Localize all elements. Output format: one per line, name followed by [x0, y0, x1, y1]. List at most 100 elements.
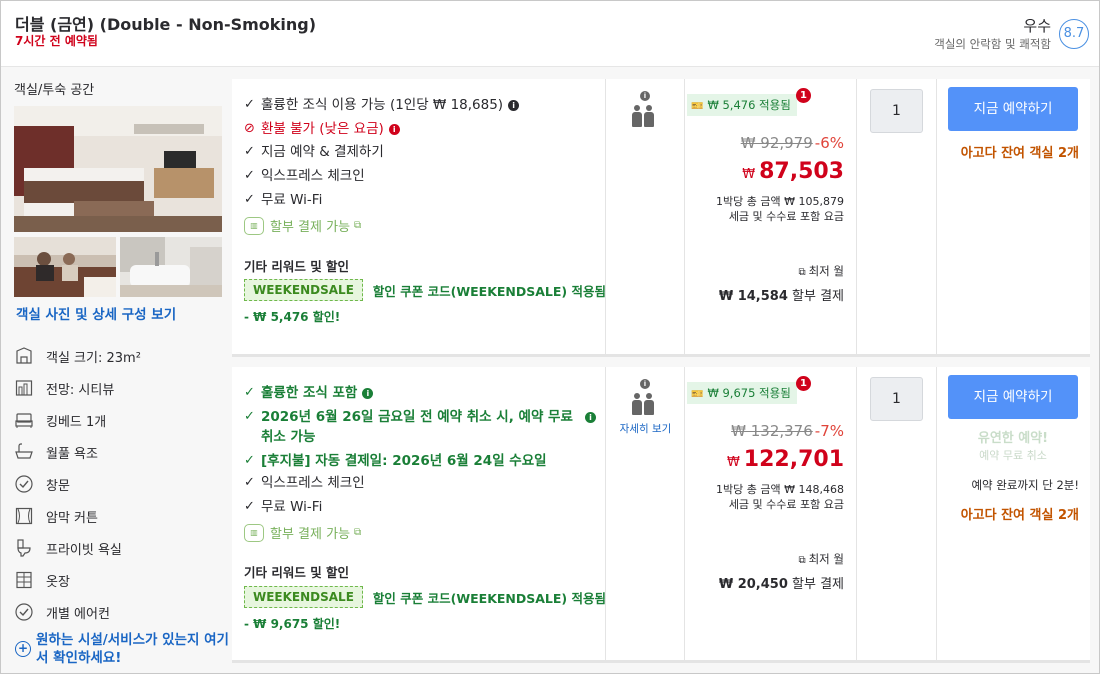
coupon-row: WEEKENDSALE 할인 쿠폰 코드(WEEKENDSALE) 적용됨 [244, 279, 606, 301]
installment-link[interactable]: ▥ 할부 결제 가능 ⧉ [244, 523, 361, 542]
room-thumbnail-1[interactable] [14, 237, 116, 297]
room-thumbnail-2[interactable] [120, 237, 222, 297]
price-column: 🎫 ₩ 5,476 적용됨 1 ₩ 92,979 -6% ₩87,503 1박당 총… [685, 79, 857, 354]
external-link-icon: ⧉ [354, 220, 362, 231]
discount-text: - ₩ 5,476 할인! [244, 310, 341, 324]
booking-column: 지금 예약하기 아고다 잔여 객실 2개 [937, 79, 1090, 354]
reward-title: 기타 리워드 및 할인 [244, 565, 350, 580]
installment-text: 할부 결제 가능 [270, 527, 351, 542]
ticket-icon: 🎫 [691, 101, 704, 112]
check-circle-icon [14, 602, 34, 622]
check-icon: ✓ [244, 409, 255, 424]
benefit-text: 훌륭한 조식 포함 [261, 385, 358, 401]
facility-check-link[interactable]: + 원하는 시설/서비스가 있는지 여기서 확인하세요! [15, 631, 230, 667]
per-night-total: 1박당 총 금액 ₩ 148,468 세금 및 수수료 포함 요금 [716, 483, 844, 511]
benefit-item: ✓ 훌륭한 조식 이용 가능 (1인당 ₩ 18,685) i [244, 95, 594, 115]
city-view-icon [14, 378, 34, 398]
check-icon: ✓ [244, 168, 255, 183]
benefit-text: 훌륭한 조식 이용 가능 (1인당 ₩ 18,685) [261, 97, 504, 113]
offer-benefits: ✓ 훌륭한 조식 이용 가능 (1인당 ₩ 18,685) i ⊘ 환불 불가 (… [232, 79, 606, 354]
feature-wardrobe: 옷장 [14, 568, 229, 592]
benefit-item: ✓ [후지불] 자동 결제일: 2026년 6월 24일 수요일 [244, 451, 594, 471]
final-price: ₩87,503 [742, 159, 844, 184]
benefit-text: 환불 불가 (낮은 요금) [261, 121, 384, 137]
flexible-booking-title: 유연한 예약! [977, 431, 1049, 446]
offer-row-1: ✓ 훌륭한 조식 이용 가능 (1인당 ₩ 18,685) i ⊘ 환불 불가 (… [232, 79, 1090, 357]
curtain-icon [14, 506, 34, 526]
benefit-text: 익스프레스 체크인 [261, 475, 365, 491]
check-icon: ✓ [244, 97, 255, 112]
feature-label: 프라이빗 욕실 [46, 542, 122, 558]
coupon-text: 할인 쿠폰 코드(WEEKENDSALE) 적용됨 [372, 283, 606, 299]
room-photos-link[interactable]: 객실 사진 및 상세 구성 보기 [16, 303, 176, 323]
flexible-booking-subtitle: 예약 무료 취소 [979, 449, 1047, 462]
feature-bathtub: 월풀 욕조 [14, 440, 229, 464]
offer-row-2: ✓ 훌륭한 조식 포함 i ✓ 2026년 6월 26일 금요일 전 예약 취소 … [232, 367, 1090, 663]
benefit-item: ✓ 익스프레스 체크인 [244, 166, 594, 186]
feature-air-conditioning: 개별 에어컨 [14, 600, 229, 624]
notification-badge: 1 [796, 376, 811, 391]
room-info-column: 객실/투숙 공간 객실 사진 및 상세 구성 보기 객실 크기: 23m² 전망… [1, 67, 231, 673]
check-icon: ✓ [244, 144, 255, 159]
feature-curtain: 암막 커튼 [14, 504, 229, 528]
coupon-text: 할인 쿠폰 코드(WEEKENDSALE) 적용됨 [372, 590, 606, 606]
room-offer-card: 더블 (금연) (Double - Non-Smoking) 7시간 전 예약됨… [0, 0, 1100, 674]
feature-label: 창문 [46, 478, 70, 494]
feature-label: 객실 크기: 23m² [46, 350, 141, 366]
check-icon: ✓ [244, 453, 255, 468]
feature-private-bathroom: 프라이빗 욕실 [14, 536, 229, 560]
reward-title: 기타 리워드 및 할인 [244, 259, 350, 274]
info-icon[interactable]: i [388, 124, 400, 135]
room-size-icon [14, 346, 34, 366]
rooms-left-text: 아고다 잔여 객실 2개 [960, 146, 1079, 161]
original-price: ₩ 92,979 -6% [740, 134, 844, 152]
book-now-button[interactable]: 지금 예약하기 [948, 375, 1078, 419]
benefit-text: 익스프레스 체크인 [261, 168, 365, 184]
price-column: 🎫 ₩ 9,675 적용됨 1 ₩ 132,376 -7% ₩122,701 1박당… [685, 367, 857, 660]
quantity-column: 1 [857, 79, 937, 354]
monthly-installment[interactable]: ⧉ 최저 월 ₩ 14,584 할부 결제 [719, 263, 844, 304]
feature-label: 옷장 [46, 574, 70, 590]
benefit-item: ⊘ 환불 불가 (낮은 요금) i [244, 119, 594, 139]
feature-label: 월풀 욕조 [46, 446, 98, 462]
benefit-item: ✓ 무료 Wi-Fi [244, 497, 594, 517]
feature-label: 킹베드 1개 [46, 414, 107, 430]
book-now-button[interactable]: 지금 예약하기 [948, 87, 1078, 131]
offer-benefits: ✓ 훌륭한 조식 포함 i ✓ 2026년 6월 26일 금요일 전 예약 취소 … [232, 367, 606, 660]
installment-icon: ▥ [244, 523, 264, 542]
booking-column: 지금 예약하기 유연한 예약! 예약 무료 취소 예약 완료까지 단 2분! 아… [937, 367, 1090, 660]
check-circle-icon [14, 474, 34, 494]
info-icon[interactable]: i [640, 91, 650, 101]
coupon-tag: WEEKENDSALE [244, 586, 363, 608]
info-icon[interactable]: i [585, 412, 596, 423]
feature-room-size: 객실 크기: 23m² [14, 344, 229, 368]
final-price: ₩122,701 [726, 447, 844, 472]
room-quantity-select[interactable]: 1 [870, 377, 923, 421]
feature-label: 개별 에어컨 [46, 606, 110, 622]
check-icon: ✓ [244, 385, 255, 400]
info-icon[interactable]: i [362, 388, 374, 399]
details-link[interactable]: 자세히 보기 [618, 421, 673, 437]
per-night-total: 1박당 총 금액 ₩ 105,879 세금 및 수수료 포함 요금 [716, 195, 844, 223]
info-icon[interactable]: i [508, 100, 520, 111]
benefit-text: 2026년 6월 26일 금요일 전 예약 취소 시, 예약 무료 취소 가능 [261, 409, 573, 445]
benefit-item: ✓ 익스프레스 체크인 [244, 473, 594, 493]
room-quantity-select[interactable]: 1 [870, 89, 923, 133]
installment-link[interactable]: ▥ 할부 결제 가능 ⧉ [244, 216, 361, 235]
facility-check-label: 원하는 시설/서비스가 있는지 여기서 확인하세요! [36, 632, 229, 666]
rating-word: 우수 [1023, 17, 1051, 35]
info-icon[interactable]: i [640, 379, 650, 389]
monthly-installment[interactable]: ⧉ 최저 월 ₩ 20,450 할부 결제 [719, 551, 844, 592]
bathtub-icon [14, 442, 34, 462]
two-guests-icon [632, 105, 654, 127]
coupon-tag: WEEKENDSALE [244, 279, 363, 301]
room-main-photo[interactable] [14, 106, 222, 232]
benefit-text: 무료 Wi-Fi [261, 192, 323, 208]
coupon-applied-tag: 🎫 ₩ 9,675 적용됨 [687, 382, 797, 404]
coupon-row: WEEKENDSALE 할인 쿠폰 코드(WEEKENDSALE) 적용됨 [244, 586, 606, 608]
discount-text: - ₩ 9,675 할인! [244, 617, 341, 631]
check-icon: ✓ [244, 499, 255, 514]
original-price: ₩ 132,376 -7% [731, 422, 844, 440]
benefit-item: ✓ 2026년 6월 26일 금요일 전 예약 취소 시, 예약 무료 취소 가… [244, 407, 574, 447]
benefit-text: [후지불] 자동 결제일: 2026년 6월 24일 수요일 [261, 453, 547, 469]
